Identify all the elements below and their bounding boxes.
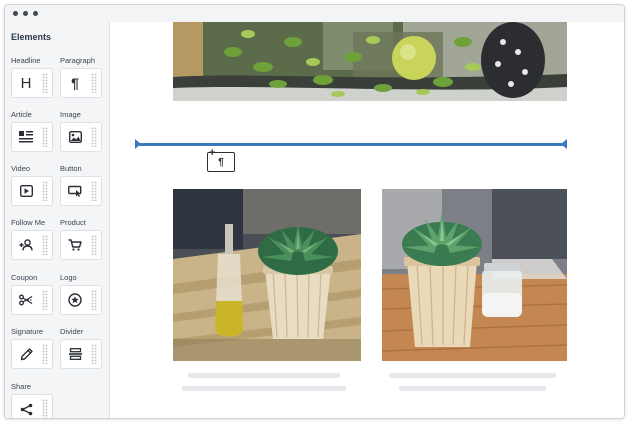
drag-handle-icon[interactable] xyxy=(42,235,48,255)
caption-placeholder-line xyxy=(182,386,346,391)
drag-handle-icon[interactable] xyxy=(42,181,48,201)
succulent-left-image[interactable] xyxy=(173,189,361,361)
window-control-dot[interactable] xyxy=(23,11,28,16)
element-label-coupon: Coupon xyxy=(11,273,38,282)
element-label-paragraph: Paragraph xyxy=(60,56,96,65)
caption-placeholder-line xyxy=(389,373,556,378)
element-label-article: Article xyxy=(11,110,32,119)
element-label-share: Share xyxy=(11,382,32,391)
drop-indicator-line xyxy=(139,143,567,146)
element-label-follow-me: Follow Me xyxy=(11,218,46,227)
element-label-image: Image xyxy=(60,110,81,119)
paragraph-icon: ¶ xyxy=(218,156,224,168)
element-tile-follow-me[interactable] xyxy=(11,230,53,260)
drag-plus-icon: + xyxy=(209,147,216,159)
element-tile-image[interactable] xyxy=(60,122,102,152)
drop-indicator-right-cap xyxy=(561,139,567,149)
drag-handle-icon[interactable] xyxy=(42,344,48,364)
element-tile-signature[interactable] xyxy=(11,339,53,369)
element-label-headline: Headline xyxy=(11,56,41,65)
scissors-icon xyxy=(12,286,40,314)
window-control-dot[interactable] xyxy=(33,11,38,16)
headline-icon: H xyxy=(20,74,32,92)
cart-icon xyxy=(61,231,89,259)
elements-sidebar: Elements Headline Paragraph H ¶ Article … xyxy=(5,22,110,418)
element-label-signature: Signature xyxy=(11,327,44,336)
pen-icon xyxy=(12,340,40,368)
drag-handle-icon[interactable] xyxy=(91,181,97,201)
drag-handle-icon[interactable] xyxy=(91,127,97,147)
element-tile-headline[interactable]: H xyxy=(11,68,53,98)
element-label-button: Button xyxy=(60,164,82,173)
element-tile-divider[interactable] xyxy=(60,339,102,369)
divider-icon xyxy=(61,340,89,368)
element-label-video: Video xyxy=(11,164,31,173)
drag-handle-icon[interactable] xyxy=(42,290,48,310)
window-control-dot[interactable] xyxy=(13,11,18,16)
button-icon xyxy=(61,177,89,205)
element-label-logo: Logo xyxy=(60,273,77,282)
share-icon xyxy=(12,395,40,418)
element-label-divider: Divider xyxy=(60,327,84,336)
element-tile-article[interactable] xyxy=(11,122,53,152)
element-tile-coupon[interactable] xyxy=(11,285,53,315)
element-label-product: Product xyxy=(60,218,86,227)
caption-placeholder-line xyxy=(188,373,340,378)
video-icon xyxy=(12,177,40,205)
star-badge-icon xyxy=(61,286,89,314)
element-tile-logo[interactable] xyxy=(60,285,102,315)
image-icon xyxy=(61,123,89,151)
sidebar-title: Elements xyxy=(11,32,52,42)
window-titlebar xyxy=(5,5,624,23)
drop-indicator-left-cap xyxy=(135,139,141,149)
element-tile-product[interactable] xyxy=(60,230,102,260)
drag-handle-icon[interactable] xyxy=(91,290,97,310)
follow-me-icon xyxy=(12,231,40,259)
caption-placeholder-line xyxy=(399,386,546,391)
succulent-right-image[interactable] xyxy=(382,189,567,361)
element-tile-button[interactable] xyxy=(60,176,102,206)
element-tile-video[interactable] xyxy=(11,176,53,206)
hero-plants-image[interactable] xyxy=(173,22,567,101)
drag-handle-icon[interactable] xyxy=(42,127,48,147)
drag-handle-icon[interactable] xyxy=(91,235,97,255)
drag-handle-icon[interactable] xyxy=(42,399,48,418)
element-tile-share[interactable] xyxy=(11,394,53,418)
paragraph-icon: ¶ xyxy=(71,75,79,91)
drag-handle-icon[interactable] xyxy=(91,344,97,364)
drag-handle-icon[interactable] xyxy=(91,73,97,93)
drag-handle-icon[interactable] xyxy=(42,73,48,93)
browser-window: Elements Headline Paragraph H ¶ Article … xyxy=(4,4,625,419)
article-icon xyxy=(12,123,40,151)
element-tile-paragraph[interactable]: ¶ xyxy=(60,68,102,98)
editor-canvas[interactable]: ¶ + xyxy=(110,22,624,418)
